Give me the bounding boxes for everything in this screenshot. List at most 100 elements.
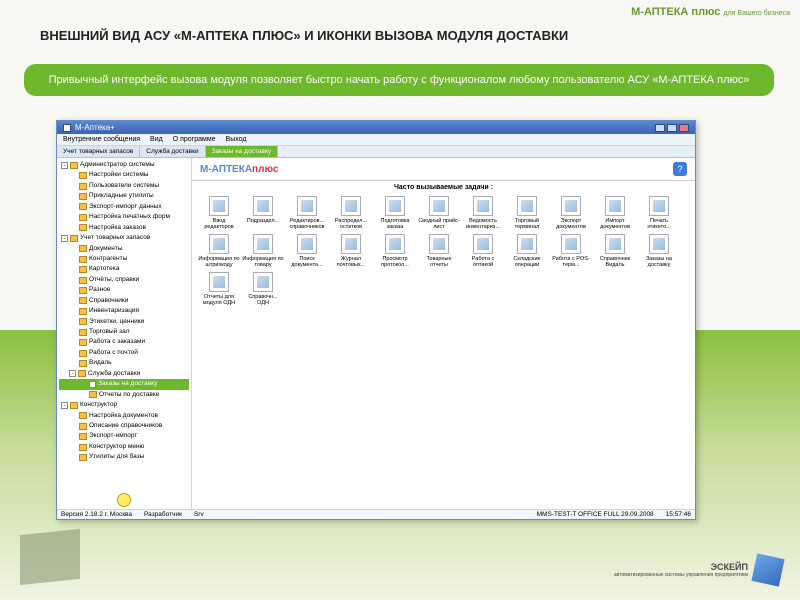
- tasks-heading: Часто вызываемые задачи :: [192, 181, 695, 194]
- tree-label: Настройка заказов: [89, 224, 146, 232]
- tree-toggle[interactable]: -: [61, 402, 68, 409]
- tree-item[interactable]: Прикладные утилиты: [59, 191, 189, 201]
- task-rabota-s-optikoy[interactable]: Работа с оптикой: [462, 234, 504, 268]
- task-icon: [429, 234, 449, 254]
- tree-item[interactable]: Контрагенты: [59, 254, 189, 264]
- close-button[interactable]: [679, 124, 689, 132]
- tree-item[interactable]: Экспорт-импорт данных: [59, 202, 189, 212]
- task-zakazy-na-dostavku[interactable]: Заказы на доставку: [638, 234, 680, 268]
- tree-item[interactable]: Инвентаризация: [59, 306, 189, 316]
- task-vvod-redaktorov[interactable]: Ввод редакторов: [198, 196, 240, 230]
- menu-item[interactable]: Выход: [226, 136, 247, 143]
- tree-item[interactable]: Настройка заказов: [59, 223, 189, 233]
- task-icon: [253, 196, 273, 216]
- task-pechat-etiketo[interactable]: Печать этикето...: [638, 196, 680, 230]
- tree-label: Конструктор меню: [89, 443, 144, 451]
- tree-item[interactable]: Отчёты, справки: [59, 275, 189, 285]
- menubar: Внутренние сообщения Вид О программе Выход: [57, 134, 695, 146]
- tree-item[interactable]: Торговый зал: [59, 327, 189, 337]
- menu-item[interactable]: Внутренние сообщения: [63, 136, 140, 143]
- task-podrazdeleniya[interactable]: Подраздел...: [242, 196, 284, 230]
- task-spravochnik-vidal[interactable]: Справочник Видаль: [594, 234, 636, 268]
- tree-label: Этикетки, ценники: [89, 318, 144, 326]
- folder-icon: [79, 277, 87, 284]
- page-icon: [89, 381, 96, 388]
- tree-item[interactable]: Экспорт-импорт: [59, 431, 189, 441]
- task-vedomost-inventariz[interactable]: Ведомость инвентариз...: [462, 196, 504, 230]
- tree-item[interactable]: Настройки системы: [59, 170, 189, 180]
- task-zhurnal-pochtovykh[interactable]: Журнал почтовых...: [330, 234, 372, 268]
- task-rabota-s-pos-term[interactable]: Работа с POS-терм...: [550, 234, 592, 268]
- task-icon: [341, 196, 361, 216]
- tree-toggle[interactable]: -: [61, 235, 68, 242]
- tree-toggle[interactable]: -: [69, 370, 76, 377]
- tree-item[interactable]: Утилиты для базы: [59, 452, 189, 462]
- task-torgovyy-terminal[interactable]: Торговый терминал: [506, 196, 548, 230]
- tree-item[interactable]: Видаль: [59, 358, 189, 368]
- task-info-po-shtrikhkodu[interactable]: Информация по штрихкоду: [198, 234, 240, 268]
- minimize-button[interactable]: [655, 124, 665, 132]
- tab[interactable]: Заказы на доставку: [206, 146, 278, 157]
- tree-label: Заказы на доставку: [98, 380, 157, 388]
- task-prosmotr-protokol[interactable]: Просмотр протокол...: [374, 234, 416, 268]
- tree-item[interactable]: -Служба доставки: [59, 369, 189, 379]
- menu-item[interactable]: О программе: [173, 136, 216, 143]
- tree-item[interactable]: Работа с почтой: [59, 348, 189, 358]
- tab[interactable]: Учет товарных запасов: [57, 146, 140, 157]
- slide-banner: Привычный интерфейс вызова модуля позвол…: [24, 64, 774, 96]
- tree-item[interactable]: -Конструктор: [59, 400, 189, 410]
- task-icon: [649, 234, 669, 254]
- tree-item[interactable]: Разное: [59, 285, 189, 295]
- tree-label: Настройки системы: [89, 171, 148, 179]
- tree-label: Справочники: [89, 297, 128, 305]
- titlebar[interactable]: М-Аптека+: [57, 121, 695, 134]
- tree-item[interactable]: Настройка документов: [59, 411, 189, 421]
- tree-item[interactable]: Этикетки, ценники: [59, 317, 189, 327]
- task-raspredel-ostatkov[interactable]: Распредел... остатков: [330, 196, 372, 230]
- folder-icon: [79, 245, 87, 252]
- task-label: Информация по товару: [242, 256, 284, 268]
- task-label: Справочник Видаль: [594, 256, 636, 268]
- tree-item[interactable]: Настройка печатных форм: [59, 212, 189, 222]
- window-title: М-Аптека+: [75, 123, 115, 132]
- main-banner: М-АПТЕКАплюс ?: [192, 158, 695, 181]
- folder-icon: [79, 433, 87, 440]
- task-tovarnye-otchety[interactable]: Товарные отчеты: [418, 234, 460, 268]
- task-poisk-dokumenta[interactable]: Поиск документа...: [286, 234, 328, 268]
- tree-item[interactable]: Конструктор меню: [59, 442, 189, 452]
- tree-item[interactable]: - Учет товарных запасов: [59, 233, 189, 243]
- tree-item[interactable]: Заказы на доставку: [59, 379, 189, 389]
- task-svodnyy-prays-list[interactable]: Сводный прайс-лист: [418, 196, 460, 230]
- tree-label: Учет товарных запасов: [80, 234, 150, 242]
- status-time: 15:57:46: [666, 511, 691, 518]
- slide-title: ВНЕШНИЙ ВИД АСУ «М-АПТЕКА ПЛЮС» И ИКОНКИ…: [40, 28, 568, 43]
- tree-item[interactable]: Пользователи системы: [59, 181, 189, 191]
- task-info-po-tovaru[interactable]: Информация по товару: [242, 234, 284, 268]
- tree-item[interactable]: Отчеты по доставке: [59, 390, 189, 400]
- help-button[interactable]: ?: [673, 162, 687, 176]
- nav-tree[interactable]: - Администратор системы Настройки системы П…: [57, 158, 192, 509]
- task-label: Торговый терминал: [506, 218, 548, 230]
- maximize-button[interactable]: [667, 124, 677, 132]
- task-label: Печать этикето...: [638, 218, 680, 230]
- tree-item[interactable]: - Администратор системы: [59, 160, 189, 170]
- task-eksport-dokumentov[interactable]: Экспорт документов: [550, 196, 592, 230]
- task-redaktirov-spravochnikov[interactable]: Редактиров... справочников: [286, 196, 328, 230]
- tree-item[interactable]: Описание справочников: [59, 421, 189, 431]
- task-podgotovka-zakaza[interactable]: Подготовка заказа: [374, 196, 416, 230]
- task-skladskie-operatsii[interactable]: Складские операции: [506, 234, 548, 268]
- folder-icon: [70, 235, 78, 242]
- tab[interactable]: Служба доставки: [140, 146, 205, 157]
- tree-label: Отчеты по доставке: [99, 391, 159, 399]
- menu-item[interactable]: Вид: [150, 136, 163, 143]
- tree-item[interactable]: Работа с заказами: [59, 337, 189, 347]
- tree-item[interactable]: Справочники: [59, 296, 189, 306]
- task-import-dokumentov[interactable]: Импорт документов: [594, 196, 636, 230]
- tree-label: Администратор системы: [80, 161, 155, 169]
- tree-toggle[interactable]: -: [61, 162, 68, 169]
- task-label: Справочн... ОДН: [242, 294, 284, 306]
- task-spravochniki-odn[interactable]: Справочн... ОДН: [242, 272, 284, 306]
- task-otchety-modul-odn[interactable]: Отчеты для модуля ОДН: [198, 272, 240, 306]
- tree-item[interactable]: Картотека: [59, 264, 189, 274]
- tree-item[interactable]: Документы: [59, 244, 189, 254]
